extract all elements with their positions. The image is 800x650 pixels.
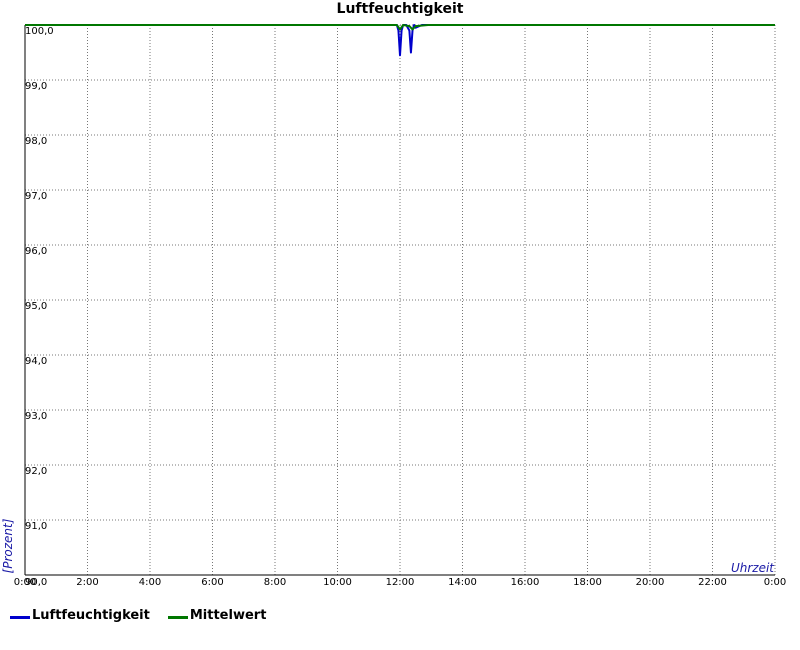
y-tick-label: 99,0 — [25, 81, 47, 92]
legend-label-luftfeuchtigkeit: Luftfeuchtigkeit — [32, 608, 150, 623]
y-axis-label: [Prozent] — [1, 518, 15, 573]
legend-swatch-mittelwert — [167, 616, 188, 619]
chart-series — [25, 24, 775, 57]
humidity-chart: Luftfeuchtigkeit 0:00 2:00 4:00 6:00 8:00 10:… — [1, 1, 786, 588]
chart-grid — [25, 24, 776, 575]
y-tick-label: 91,0 — [25, 521, 47, 532]
x-tick-label: 12:00 — [386, 577, 415, 588]
x-tick-label: 8:00 — [264, 577, 286, 588]
y-tick-label: 93,0 — [25, 411, 47, 422]
x-tick-label: 14:00 — [448, 577, 477, 588]
legend-label-mittelwert: Mittelwert — [189, 608, 267, 623]
y-tick-label: 95,0 — [25, 301, 47, 312]
chart-legend: Luftfeuchtigkeit Mittelwert — [10, 608, 266, 623]
x-tick-label: 6:00 — [201, 577, 223, 588]
legend-item-mittelwert: Mittelwert — [167, 608, 267, 623]
y-tick-label: 94,0 — [25, 356, 47, 367]
legend-swatch-luftfeuchtigkeit — [10, 616, 30, 619]
x-tick-label: 4:00 — [139, 577, 161, 588]
legend-item-luftfeuchtigkeit: Luftfeuchtigkeit — [10, 608, 150, 623]
x-tick-label: 22:00 — [698, 577, 727, 588]
y-tick-label: 97,0 — [25, 191, 47, 202]
chart-title: Luftfeuchtigkeit — [337, 1, 464, 17]
x-tick-label: 20:00 — [636, 577, 665, 588]
y-tick-label: 98,0 — [25, 136, 47, 147]
y-tick-label: 92,0 — [25, 466, 47, 477]
y-tick-label: 96,0 — [25, 246, 47, 257]
x-tick-label: 0:00 — [764, 577, 786, 588]
x-tick-label: 18:00 — [573, 577, 602, 588]
y-tick-label: 100,0 — [25, 26, 54, 37]
x-axis-label: Uhrzeit — [731, 561, 775, 575]
x-tick-label: 16:00 — [511, 577, 540, 588]
y-tick-label: 90,0 — [25, 577, 47, 588]
x-tick-label: 10:00 — [323, 577, 352, 588]
x-tick-label: 2:00 — [76, 577, 98, 588]
